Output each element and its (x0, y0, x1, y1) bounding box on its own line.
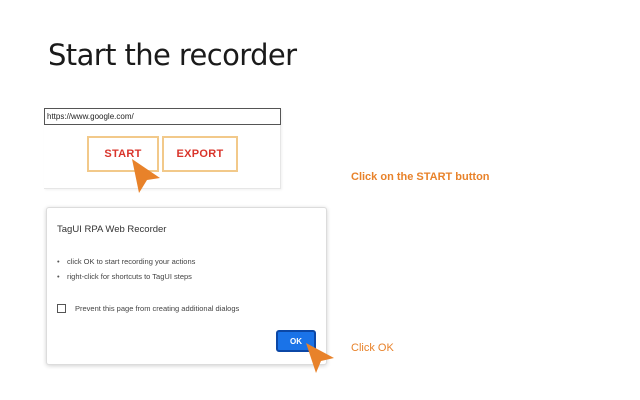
list-item: • right-click for shortcuts to TagUI ste… (57, 269, 195, 284)
ok-hint-callout: Click OK (351, 342, 394, 354)
export-button[interactable]: EXPORT (162, 136, 238, 172)
bullet-dot-icon: • (57, 272, 60, 281)
pointer-arrow-icon (132, 159, 160, 193)
bullet-dot-icon: • (57, 257, 60, 266)
start-hint-callout: Click on the START button (351, 171, 490, 183)
prevent-dialogs-label: Prevent this page from creating addition… (75, 304, 240, 313)
dialog-title: TagUI RPA Web Recorder (57, 224, 167, 235)
list-item-text: right-click for shortcuts to TagUI steps (67, 272, 192, 281)
slide-title: Start the recorder (48, 38, 297, 72)
list-item-text: click OK to start recording your actions (67, 257, 196, 266)
url-input[interactable] (44, 108, 281, 125)
recorder-dialog: TagUI RPA Web Recorder • click OK to sta… (46, 207, 327, 365)
prevent-dialogs-row[interactable]: Prevent this page from creating addition… (57, 304, 239, 313)
checkbox-icon[interactable] (57, 304, 66, 313)
recorder-panel: START EXPORT (44, 108, 281, 189)
pointer-arrow-icon (306, 343, 334, 373)
list-item: • click OK to start recording your actio… (57, 254, 195, 269)
dialog-bullet-list: • click OK to start recording your actio… (57, 254, 195, 284)
